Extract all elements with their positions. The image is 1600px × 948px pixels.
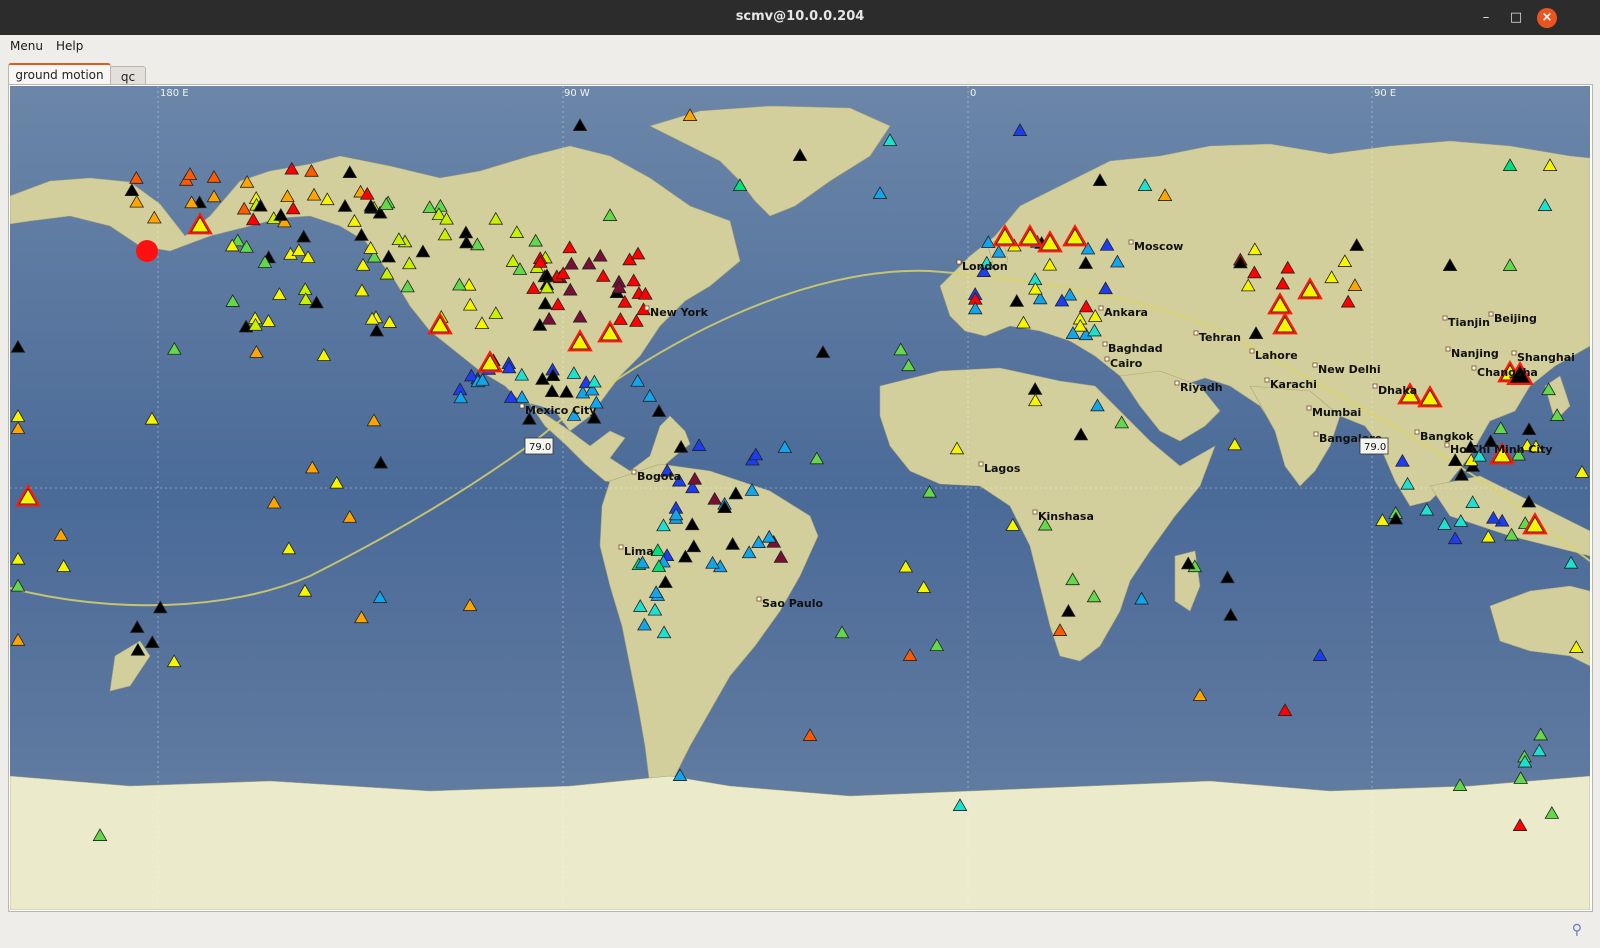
city-marker bbox=[956, 259, 962, 265]
event-marker[interactable] bbox=[136, 240, 158, 262]
city-label: Dhaka bbox=[1378, 384, 1417, 397]
city-label: London bbox=[962, 260, 1008, 273]
city-marker bbox=[1372, 383, 1378, 389]
city-marker bbox=[1264, 377, 1270, 383]
status-bar: ⚲ bbox=[0, 912, 1600, 948]
city-marker bbox=[1442, 315, 1448, 321]
city-label: Bogota bbox=[637, 470, 681, 483]
network-status-icon: ⚲ bbox=[1571, 922, 1582, 938]
city-label: Mexico City bbox=[525, 404, 596, 417]
city-label: Karachi bbox=[1270, 378, 1317, 391]
city-label: Tianjin bbox=[1448, 316, 1490, 329]
city-marker bbox=[519, 403, 525, 409]
city-marker bbox=[1312, 362, 1318, 368]
city-label: Cairo bbox=[1110, 357, 1143, 370]
city-label: Bangkok bbox=[1420, 430, 1474, 443]
city-label: New Delhi bbox=[1318, 363, 1381, 376]
city-label: Moscow bbox=[1134, 240, 1183, 253]
city-marker bbox=[756, 596, 762, 602]
menu-bar: Menu Help bbox=[0, 35, 1600, 57]
city-marker bbox=[1445, 346, 1451, 352]
minimize-button[interactable]: – bbox=[1476, 8, 1496, 28]
city-marker bbox=[1444, 442, 1450, 448]
city-marker bbox=[644, 305, 650, 311]
city-marker bbox=[1193, 330, 1199, 336]
city-marker bbox=[1488, 311, 1494, 317]
city-marker bbox=[1098, 305, 1104, 311]
window-title: scmv@10.0.0.204 bbox=[735, 9, 865, 24]
city-label: Beijing bbox=[1494, 312, 1537, 325]
city-label: Tehran bbox=[1199, 331, 1241, 344]
city-label: Mumbai bbox=[1312, 406, 1361, 419]
city-marker bbox=[978, 461, 984, 467]
city-label: Ankara bbox=[1104, 306, 1148, 319]
city-label: Sao Paulo bbox=[762, 597, 824, 610]
world-map[interactable]: New York Mexico City Bogota Lima Sao Paulo Lo… bbox=[10, 86, 1590, 910]
city-marker bbox=[1414, 429, 1420, 435]
city-marker bbox=[1128, 239, 1134, 245]
menu-menu[interactable]: Menu bbox=[10, 39, 43, 53]
city-label: Lima bbox=[624, 545, 654, 558]
tab-qc[interactable]: qc bbox=[110, 66, 146, 85]
city-marker bbox=[1249, 348, 1255, 354]
land-antarctica bbox=[10, 775, 1590, 910]
city-marker bbox=[618, 544, 624, 550]
graticule-label: 0 bbox=[970, 88, 976, 99]
city-label: Changsha bbox=[1477, 366, 1538, 379]
city-marker bbox=[1313, 431, 1319, 437]
city-marker bbox=[1174, 380, 1180, 386]
distance-label: 79.0 bbox=[1364, 442, 1386, 453]
city-label: Lahore bbox=[1255, 349, 1298, 362]
city-label: Baghdad bbox=[1108, 342, 1163, 355]
close-button[interactable]: × bbox=[1537, 8, 1557, 28]
city-label: Riyadh bbox=[1180, 381, 1223, 394]
city-marker bbox=[1306, 405, 1312, 411]
application-window: scmv@10.0.0.204 – □ × Menu Help ground m… bbox=[0, 0, 1600, 948]
city-label: Nanjing bbox=[1451, 347, 1499, 360]
city-label: New York bbox=[650, 306, 709, 319]
city-marker bbox=[1104, 356, 1110, 362]
graticule-label: 90 W bbox=[564, 88, 590, 99]
menu-help[interactable]: Help bbox=[56, 39, 83, 53]
city-marker bbox=[1471, 365, 1477, 371]
city-label: Ho Chi Minh City bbox=[1450, 443, 1553, 456]
city-marker bbox=[1102, 341, 1108, 347]
title-bar[interactable]: scmv@10.0.0.204 – □ × bbox=[0, 0, 1600, 35]
city-label: Shanghai bbox=[1517, 351, 1575, 364]
graticule-label: 180 E bbox=[160, 88, 189, 99]
tab-ground-motion[interactable]: ground motion bbox=[8, 63, 111, 86]
city-marker bbox=[1032, 509, 1038, 515]
city-marker bbox=[631, 469, 637, 475]
city-marker bbox=[1511, 350, 1517, 356]
distance-label: 79.0 bbox=[529, 442, 551, 453]
maximize-button[interactable]: □ bbox=[1506, 8, 1526, 28]
city-label: Lagos bbox=[984, 462, 1021, 475]
graticule-label: 90 E bbox=[1374, 88, 1396, 99]
city-label: Kinshasa bbox=[1038, 510, 1094, 523]
